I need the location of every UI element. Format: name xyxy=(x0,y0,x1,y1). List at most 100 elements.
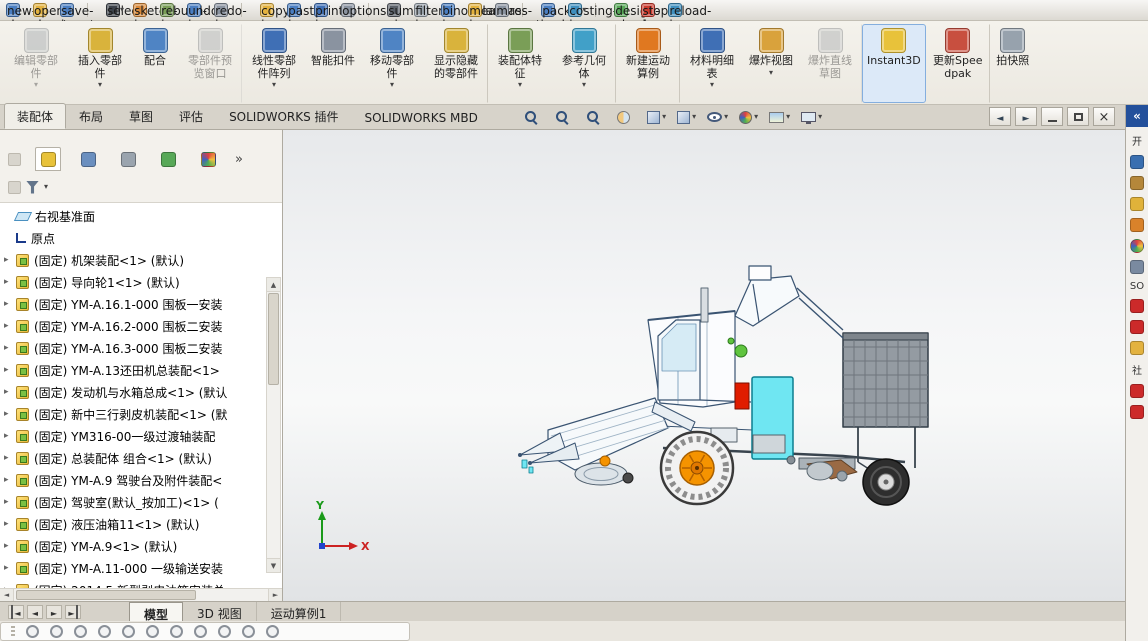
taskpane-item[interactable] xyxy=(1130,299,1144,313)
feature-tree-item[interactable]: (固定) YM-A.16.3-000 围板二安装 xyxy=(4,337,265,359)
heads-up-button[interactable] xyxy=(584,107,608,127)
taskpane-item[interactable] xyxy=(1130,218,1144,232)
model-3d-view[interactable]: Y X xyxy=(283,130,1125,601)
feature-tree-item[interactable]: (固定) YM-A.9<1> (默认) xyxy=(4,535,265,557)
window-control-button[interactable] xyxy=(1093,107,1115,126)
taskpane-item[interactable]: SO xyxy=(1130,281,1144,292)
heads-up-button[interactable] xyxy=(767,107,792,127)
selection-filter-icon[interactable] xyxy=(50,625,63,638)
taskpane-item[interactable]: 社 xyxy=(1130,362,1144,377)
expand-arrow-icon[interactable] xyxy=(4,409,16,419)
quick-access-button[interactable]: pack-and-go-icon xyxy=(541,3,575,60)
graphics-viewport[interactable]: Y X xyxy=(283,130,1125,601)
scroll-down-icon[interactable]: ▼ xyxy=(267,558,280,572)
command-tab[interactable]: 布局 xyxy=(66,103,116,129)
ribbon-button[interactable]: 装配体特征 xyxy=(488,24,552,103)
expand-arrow-icon[interactable] xyxy=(4,343,16,353)
selection-filter-icon[interactable] xyxy=(266,625,279,638)
feature-tree-item[interactable]: 右视基准面 xyxy=(4,205,265,227)
command-tab[interactable]: 草图 xyxy=(116,103,166,129)
selection-filter-icon[interactable] xyxy=(74,625,87,638)
ribbon-button[interactable]: 爆炸直线草图 xyxy=(798,24,862,103)
tree-vertical-scrollbar[interactable]: ▲ ▼ xyxy=(266,277,281,573)
tree-horizontal-scrollbar[interactable]: ◄ ► xyxy=(0,588,282,601)
tab-nav-button[interactable] xyxy=(65,604,81,619)
quick-access-button[interactable]: reload-icon xyxy=(668,3,711,32)
document-tab[interactable]: 运动算例1 xyxy=(257,602,342,621)
expand-arrow-icon[interactable] xyxy=(4,497,16,507)
feature-tree-item[interactable]: (固定) 发动机与水箱总成<1> (默认 xyxy=(4,381,265,403)
document-tab[interactable]: 模型 xyxy=(129,602,184,622)
taskpane-item[interactable]: 开 xyxy=(1130,133,1144,148)
selection-filter-icon[interactable] xyxy=(242,625,255,638)
quick-access-button[interactable]: stop-icon xyxy=(641,3,673,32)
taskpane-item[interactable] xyxy=(1130,384,1144,398)
heads-up-button[interactable] xyxy=(705,107,730,127)
expand-arrow-icon[interactable] xyxy=(4,365,16,375)
ribbon-button[interactable]: 显示隐藏的零部件 xyxy=(424,24,488,103)
feature-tree-item[interactable]: (固定) YM-A.11-000 一级输送安装 xyxy=(4,557,265,579)
ribbon-button[interactable]: 拍快照 xyxy=(990,24,1036,103)
taskpane-item[interactable] xyxy=(1130,155,1144,169)
heads-up-button[interactable] xyxy=(615,107,638,127)
window-control-button[interactable] xyxy=(989,107,1011,126)
window-control-button[interactable] xyxy=(1041,107,1063,126)
ribbon-button[interactable]: 智能扣件 xyxy=(306,24,360,103)
expand-arrow-icon[interactable] xyxy=(4,453,16,463)
feature-tree-item[interactable]: (固定) 机架装配<1> (默认) xyxy=(4,249,265,271)
ribbon-button[interactable]: 配合 xyxy=(132,24,178,103)
ribbon-button[interactable]: 编辑零部件 xyxy=(4,24,68,103)
expand-arrow-icon[interactable] xyxy=(4,475,16,485)
expand-arrow-icon[interactable] xyxy=(4,387,16,397)
ribbon-button[interactable]: 线性零部件阵列 xyxy=(242,24,306,103)
ribbon-button[interactable]: 参考几何体 xyxy=(552,24,616,103)
quick-access-button[interactable]: save-icon xyxy=(60,3,93,32)
selection-filter-icon[interactable] xyxy=(26,625,39,638)
panel-tab[interactable] xyxy=(155,147,181,171)
quick-access-button[interactable]: sketch-icon xyxy=(133,3,177,32)
toolbar-grip-handle[interactable] xyxy=(11,625,15,638)
selection-filter-icon[interactable] xyxy=(122,625,135,638)
expand-arrow-icon[interactable] xyxy=(4,519,16,529)
expand-arrow-icon[interactable] xyxy=(4,255,16,265)
expand-arrow-icon[interactable] xyxy=(4,277,16,287)
scroll-left-icon[interactable]: ◄ xyxy=(0,589,14,601)
panel-tab[interactable] xyxy=(195,147,221,171)
selection-filter-icon[interactable] xyxy=(194,625,207,638)
expand-arrow-icon[interactable] xyxy=(4,563,16,573)
ribbon-button[interactable]: 材料明细表 xyxy=(680,24,744,103)
command-tab[interactable]: 评估 xyxy=(166,103,216,129)
ribbon-button[interactable]: 更新Speedpak xyxy=(926,24,990,103)
quick-access-button[interactable]: print-icon xyxy=(314,3,348,32)
quick-access-button[interactable]: new-document-icon xyxy=(6,3,72,46)
scroll-right-icon[interactable]: ► xyxy=(268,589,282,601)
heads-up-button[interactable] xyxy=(553,107,577,127)
quick-access-button[interactable]: measure-icon xyxy=(468,3,526,32)
feature-tree-item[interactable]: (固定) YM-A.16.1-000 围板一安装 xyxy=(4,293,265,315)
scrollbar-thumb[interactable] xyxy=(268,293,279,385)
selection-filter-icon[interactable] xyxy=(170,625,183,638)
quick-access-button[interactable]: rebuild-icon xyxy=(160,3,207,32)
command-tab[interactable]: SOLIDWORKS MBD xyxy=(352,106,491,129)
taskpane-item[interactable] xyxy=(1130,239,1144,253)
heads-up-button[interactable] xyxy=(522,107,546,127)
filter-funnel-icon[interactable] xyxy=(26,180,39,194)
feature-tree-item[interactable]: (固定) 导向轮1<1> (默认) xyxy=(4,271,265,293)
feature-tree-item[interactable]: (固定) YM-A.13还田机总装配<1> xyxy=(4,359,265,381)
document-tab[interactable]: 3D 视图 xyxy=(183,602,257,621)
feature-tree-item[interactable]: (固定) YM-A.9 驾驶台及附件装配< xyxy=(4,469,265,491)
ribbon-button[interactable]: Instant3D xyxy=(862,24,926,103)
quick-access-button[interactable]: undo-icon xyxy=(187,3,223,32)
tab-nav-button[interactable] xyxy=(8,604,24,619)
taskpane-item[interactable] xyxy=(1130,197,1144,211)
selection-filter-icon[interactable] xyxy=(218,625,231,638)
heads-up-button[interactable] xyxy=(675,107,698,127)
ribbon-button[interactable]: 移动零部件 xyxy=(360,24,424,103)
command-tab[interactable]: 装配体 xyxy=(4,103,67,129)
selection-filter-icon[interactable] xyxy=(146,625,159,638)
expand-arrow-icon[interactable] xyxy=(4,321,16,331)
quick-access-button[interactable]: open-document-icon xyxy=(33,3,99,46)
panel-more-chevron-icon[interactable] xyxy=(235,152,243,167)
quick-access-button[interactable]: sum-sigma-icon xyxy=(387,3,429,46)
quick-access-button[interactable]: redo-icon xyxy=(214,3,247,32)
